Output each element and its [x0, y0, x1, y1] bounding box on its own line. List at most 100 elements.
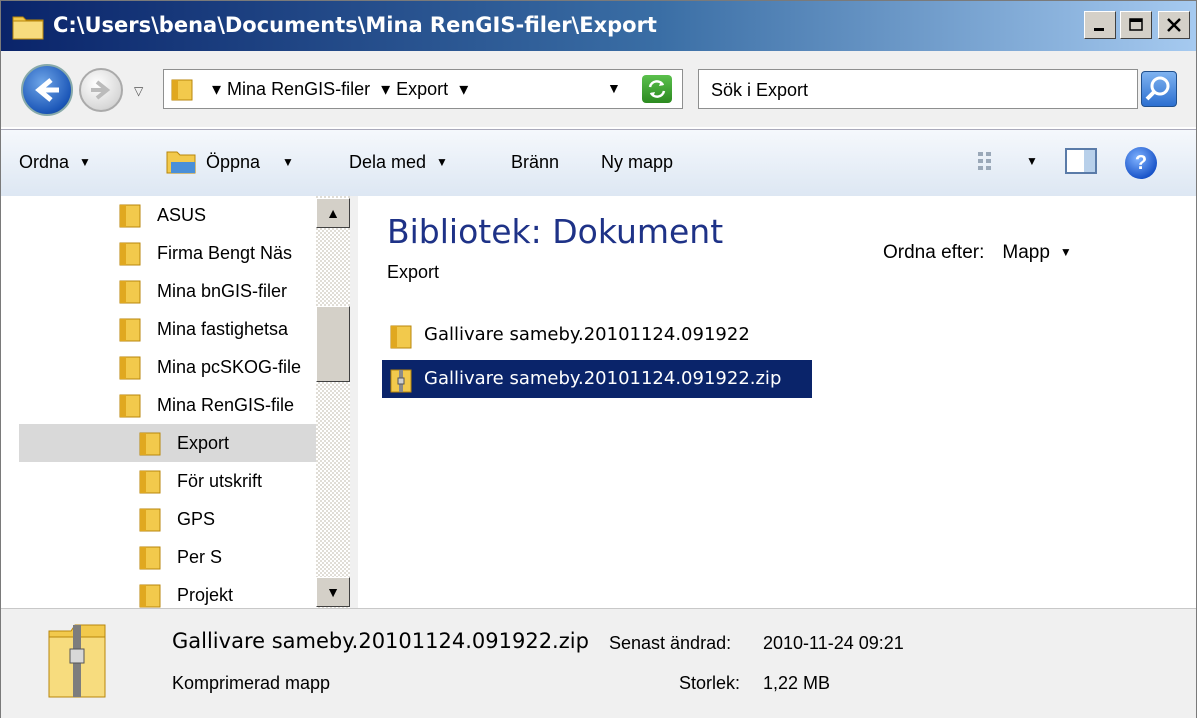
breadcrumb-item[interactable]: Mina RenGIS-filer: [227, 79, 370, 99]
view-options-dropdown[interactable]: ▼: [1026, 154, 1038, 168]
library-subtitle: Export: [387, 262, 440, 282]
folder-icon: [119, 356, 141, 380]
tree-item[interactable]: ASUS: [119, 196, 316, 234]
tree-item[interactable]: Firma Bengt Näs: [119, 234, 316, 272]
chevron-down-icon[interactable]: ▼: [1060, 245, 1072, 259]
preview-pane-icon[interactable]: [1064, 146, 1098, 176]
title-bar[interactable]: C:\Users\bena\Documents\Mina RenGIS-file…: [1, 1, 1196, 51]
content-pane: Bibliotek: Dokument Export Ordna efter: M…: [358, 196, 1196, 608]
scroll-up-button[interactable]: ▲: [316, 198, 350, 228]
breadcrumb-separator-icon[interactable]: ▾: [459, 79, 468, 99]
file-item[interactable]: Gallivare sameby.20101124.091922: [382, 316, 782, 354]
nav-scrollbar[interactable]: ▲ ▼: [316, 196, 350, 608]
folder-icon: [139, 432, 161, 456]
library-title: Bibliotek: Dokument: [387, 212, 724, 251]
search-input[interactable]: Sök i Export: [698, 69, 1138, 109]
modified-value: 2010-11-24 09:21: [763, 633, 904, 653]
refresh-button[interactable]: [642, 75, 672, 103]
forward-button[interactable]: [79, 68, 123, 112]
burn-button[interactable]: Bränn: [511, 152, 559, 173]
chevron-down-icon: ▼: [282, 155, 294, 169]
close-icon: [1167, 18, 1181, 32]
arrange-by[interactable]: Ordna efter: Mapp ▼: [883, 242, 1072, 264]
change-view-icon[interactable]: [977, 150, 1001, 172]
folder-icon: [139, 508, 161, 532]
details-pane: Gallivare sameby.20101124.091922.zip Sen…: [1, 608, 1196, 718]
close-button[interactable]: [1158, 11, 1190, 39]
tree-item-label: GPS: [177, 509, 216, 529]
size-value: 1,22 MB: [763, 673, 831, 693]
window-controls: [1082, 11, 1190, 39]
breadcrumb-separator-icon[interactable]: ▾: [212, 79, 221, 99]
tree-item-selected[interactable]: Export: [19, 424, 316, 462]
navigation-pane: ASUS Firma Bengt Näs Mina bnGIS-filer Mi…: [1, 196, 316, 608]
address-bar[interactable]: ▾ Mina RenGIS-filer ▾ Export ▾ ▼: [163, 69, 683, 109]
tree-item-label: ASUS: [157, 205, 207, 225]
tree-item[interactable]: För utskrift: [139, 462, 316, 500]
tree-item-label: Export: [177, 433, 230, 453]
folder-icon: [139, 470, 161, 494]
scroll-thumb[interactable]: [316, 306, 350, 382]
chevron-down-icon: ▼: [79, 155, 91, 169]
folder-icon: [12, 16, 44, 40]
explorer-window: C:\Users\bena\Documents\Mina RenGIS-file…: [0, 0, 1197, 718]
refresh-icon: [648, 80, 666, 98]
new-folder-button[interactable]: Ny mapp: [601, 152, 673, 173]
folder-icon: [119, 394, 141, 418]
search-placeholder: Sök i Export: [711, 80, 809, 100]
search-button[interactable]: [1141, 71, 1177, 107]
folder-icon: [390, 325, 412, 349]
scroll-down-button[interactable]: ▼: [316, 577, 350, 607]
share-label: Dela med: [349, 152, 427, 172]
breadcrumb-separator-icon[interactable]: ▾: [381, 79, 390, 99]
file-type: Komprimerad mapp: [172, 673, 331, 693]
folder-icon: [119, 318, 141, 342]
search-icon: [1145, 76, 1170, 101]
back-arrow-icon: [35, 78, 59, 102]
folder-icon: [139, 546, 161, 570]
folder-icon: [139, 584, 161, 608]
maximize-button[interactable]: [1120, 11, 1152, 39]
forward-arrow-icon: [91, 80, 111, 100]
tree-item-label: Mina RenGIS-file: [157, 395, 295, 415]
organize-menu[interactable]: Ordna ▼: [19, 152, 91, 173]
tree-item-label: Projekt: [177, 585, 234, 605]
folder-icon: [119, 204, 141, 228]
open-button[interactable]: Öppna ▼: [206, 152, 294, 173]
file-name: Gallivare sameby.20101124.091922: [424, 324, 750, 345]
breadcrumb: ▾ Mina RenGIS-filer ▾ Export ▾: [212, 79, 474, 100]
tree-item[interactable]: Mina RenGIS-file: [119, 386, 316, 424]
address-row: ▽ ▾ Mina RenGIS-filer ▾ Export ▾ ▼ Sök i E…: [1, 51, 1196, 127]
tree-item-label: Mina bnGIS-filer: [157, 281, 288, 301]
recent-pages-dropdown[interactable]: ▽: [134, 84, 143, 98]
minimize-button[interactable]: [1084, 11, 1116, 39]
tree-item-label: Per S: [177, 547, 223, 567]
file-item-selected[interactable]: Gallivare sameby.20101124.091922.zip: [382, 360, 812, 398]
arrange-by-label: Ordna efter:: [883, 242, 985, 263]
tree-item-label: Mina pcSKOG-file: [157, 357, 302, 377]
breadcrumb-item[interactable]: Export: [396, 79, 448, 99]
tree-item[interactable]: Projekt: [139, 576, 316, 608]
file-name: Gallivare sameby.20101124.091922.zip: [424, 368, 782, 389]
folder-icon: [119, 242, 141, 266]
pane-splitter[interactable]: [350, 196, 358, 608]
tree-item[interactable]: Mina fastighetsa: [119, 310, 316, 348]
folder-icon: [171, 79, 193, 101]
organize-label: Ordna: [19, 152, 70, 172]
tree-item[interactable]: GPS: [139, 500, 316, 538]
tree-item-label: För utskrift: [177, 471, 263, 491]
back-button[interactable]: [21, 64, 73, 116]
tree-item[interactable]: Mina pcSKOG-file: [119, 348, 316, 386]
command-bar: Ordna ▼ Öppna ▼ Dela med ▼ Bränn Ny mapp ▼ …: [1, 129, 1196, 197]
zip-folder-icon: [48, 624, 106, 698]
open-label: Öppna: [206, 152, 261, 172]
arrange-by-value[interactable]: Mapp: [1002, 242, 1050, 263]
share-menu[interactable]: Dela med ▼: [349, 152, 448, 173]
maximize-icon: [1129, 18, 1143, 31]
tree-item[interactable]: Mina bnGIS-filer: [119, 272, 316, 310]
modified-label: Senast ändrad:: [609, 633, 732, 653]
details-file-name: Gallivare sameby.20101124.091922.zip: [172, 629, 589, 653]
address-history-dropdown[interactable]: ▼: [607, 80, 621, 96]
help-icon[interactable]: ?: [1125, 147, 1157, 179]
tree-item[interactable]: Per S: [139, 538, 316, 576]
